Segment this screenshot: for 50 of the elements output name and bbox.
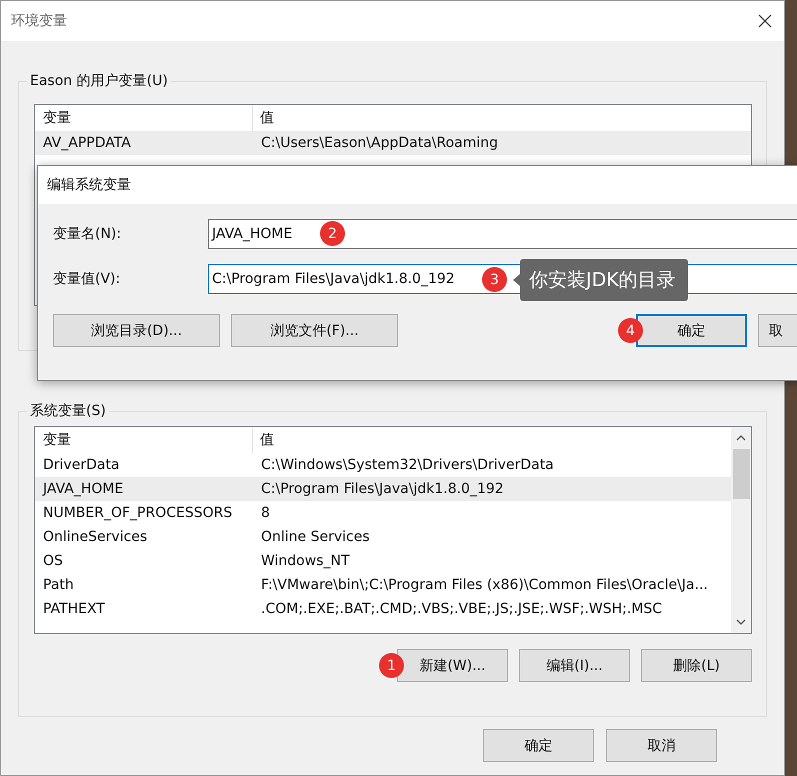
table-row[interactable]: JAVA_HOME C:\Program Files\Java\jdk1.8.0_192	[35, 477, 731, 501]
dialog-button[interactable]: 确定	[483, 729, 594, 762]
column-header[interactable]: 值	[253, 427, 731, 453]
table-row[interactable]: DriverData C:\Windows\System32\Drivers\DriverData	[35, 453, 731, 477]
table-cell-text: Online Services	[260, 528, 371, 547]
table-row[interactable]: Path F:\VMware\bin\;C:\Program Files (x86)\Common Files\Oracle\Ja...	[35, 573, 731, 597]
column-header[interactable]: 值	[253, 105, 751, 131]
dialog-button[interactable]: 取	[758, 314, 797, 347]
dialog-button[interactable]: 编辑(I)...	[519, 649, 630, 682]
table-cell-text: NUMBER_OF_PROCESSORS	[42, 504, 234, 523]
table-row[interactable]: PATHEXT .COM;.EXE;.BAT;.CMD;.VBS;.VBE;.JS;.JSE;.WSF;.WSH;.MSC	[35, 597, 731, 621]
table-cell-text: C:\Users\Eason\AppData\Roaming	[260, 134, 500, 153]
browse-button[interactable]: 浏览文件(F)...	[231, 314, 398, 347]
table-cell-text: F:\VMware\bin\;C:\Program Files (x86)\Common Files\Oracle\Ja...	[260, 576, 709, 595]
group-title: 系统变量(S)	[27, 402, 109, 420]
window-title: 环境变量	[11, 12, 67, 30]
field-label: 变量名(N):	[53, 225, 122, 243]
column-header[interactable]: 变量	[35, 427, 253, 453]
table-row[interactable]: OnlineServices Online Services	[35, 525, 731, 549]
table-cell-text: DriverData	[42, 456, 121, 475]
table-cell-text: .COM;.EXE;.BAT;.CMD;.VBS;.VBE;.JS;.JSE;.WSF;.WSH;.MSC	[260, 600, 664, 619]
step-badge: 4	[618, 318, 643, 343]
scroll-down-icon[interactable]	[736, 619, 746, 625]
scroll-thumb[interactable]	[732, 449, 750, 499]
dialog-button[interactable]: 取消	[606, 729, 717, 762]
group-title: Eason 的用户变量(U)	[27, 72, 171, 90]
dialog-button[interactable]: 新建(W)...	[397, 649, 508, 682]
table-cell-text: OnlineServices	[42, 528, 148, 547]
scroll-up-icon[interactable]	[736, 435, 746, 441]
table-cell-text: Windows_NT	[260, 552, 351, 571]
browse-button[interactable]: 浏览目录(D)...	[53, 314, 220, 347]
table-cell-text: JAVA_HOME	[41, 480, 124, 499]
table-cell-text: Path	[42, 576, 75, 595]
scrollbar[interactable]	[731, 427, 751, 633]
table-cell-text: C:\Windows\System32\Drivers\DriverData	[260, 456, 555, 475]
table-row[interactable]: NUMBER_OF_PROCESSORS 8	[35, 501, 731, 525]
step-badge: 1	[379, 653, 404, 678]
table-cell-text: AV_APPDATA	[42, 134, 132, 153]
dialog-title: 编辑系统变量	[47, 176, 131, 194]
table-row[interactable]: AV_APPDATA C:\Users\Eason\AppData\Roaming	[35, 131, 751, 155]
tooltip-pointer	[513, 274, 520, 286]
dialog-button[interactable]: 确定	[636, 314, 747, 347]
table-cell-text: 8	[260, 504, 271, 523]
field-label: 变量值(V):	[53, 270, 122, 288]
table-cell-text: PATHEXT	[42, 600, 106, 619]
table-cell-text: C:\Program Files\Java\jdk1.8.0_192	[260, 480, 505, 499]
dialog-button[interactable]: 删除(L)	[641, 649, 752, 682]
close-icon[interactable]	[758, 14, 772, 28]
table-cell-text: OS	[42, 552, 64, 571]
table-row[interactable]: OS Windows_NT	[35, 549, 731, 573]
